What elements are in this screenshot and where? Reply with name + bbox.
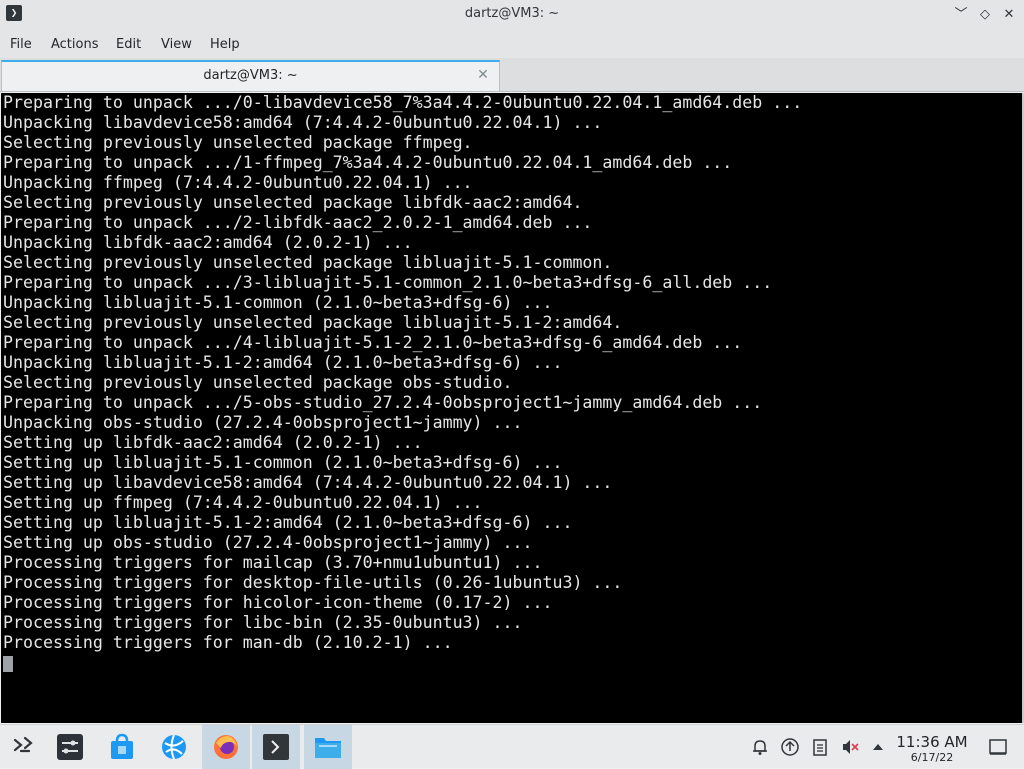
terminal-line: Unpacking libluajit-5.1-common (2.1.0~be… [3,293,553,312]
terminal-line: Setting up libluajit-5.1-common (2.1.0~b… [3,453,563,472]
menu-edit[interactable]: Edit [116,37,141,52]
terminal-line: Selecting previously unselected package … [3,313,623,332]
terminal-line: Selecting previously unselected package … [3,253,613,272]
terminal-line: Unpacking libavdevice58:amd64 (7:4.4.2-0… [3,113,603,132]
menu-help[interactable]: Help [210,37,240,52]
terminal-line: Selecting previously unselected package … [3,133,473,152]
clock-date[interactable]: 6/17/22 [892,751,972,764]
konsole-terminal-icon[interactable] [252,725,300,769]
file-manager-icon[interactable] [304,725,352,769]
close-button[interactable]: ✕ [998,4,1020,26]
terminal-line: Unpacking ffmpeg (7:4.4.2-0ubuntu0.22.04… [3,173,473,192]
tab-bar: dartz@VM3: ~ ✕ [0,58,1024,92]
terminal-line: Preparing to unpack .../1-ffmpeg_7%3a4.4… [3,153,733,172]
terminal-lines: Preparing to unpack .../0-libavdevice58_… [3,93,802,653]
terminal-line: Setting up libluajit-5.1-2:amd64 (2.1.0~… [3,513,573,532]
system-settings-icon[interactable] [46,725,94,769]
clock-time[interactable]: 11:36 AM [892,733,972,751]
terminal-line: Selecting previously unselected package … [3,193,583,212]
terminal-line: Unpacking obs-studio (27.2.4-0obsproject… [3,413,523,432]
tray-expand-icon[interactable] [868,737,888,757]
tab-label: dartz@VM3: ~ [203,68,298,83]
terminal-line: Unpacking libluajit-5.1-2:amd64 (2.1.0~b… [3,353,563,372]
menu-view[interactable]: View [161,37,192,52]
terminal-line: Setting up obs-studio (27.2.4-0obsprojec… [3,533,533,552]
terminal-line: Preparing to unpack .../0-libavdevice58_… [3,93,803,112]
terminal-line: Processing triggers for man-db (2.10.2-1… [3,633,453,652]
window-titlebar[interactable]: ❯ dartz@VM3: ~ ﹀ ◇ ✕ [0,0,1024,30]
terminal-line: Setting up ffmpeg (7:4.4.2-0ubuntu0.22.0… [3,493,483,512]
maximize-button[interactable]: ◇ [974,4,996,26]
terminal-line: Setting up libfdk-aac2:amd64 (2.0.2-1) .… [3,433,423,452]
terminal-line: Processing triggers for mailcap (3.70+nm… [3,553,543,572]
taskbar: 11:36 AM 6/17/22 [0,724,1024,769]
terminal-line: Preparing to unpack .../3-libluajit-5.1-… [3,273,773,292]
terminal-line: Preparing to unpack .../5-obs-studio_27.… [3,393,763,412]
volume-muted-icon[interactable] [840,737,860,757]
terminal-cursor [3,656,13,672]
tab-terminal[interactable]: dartz@VM3: ~ ✕ [1,60,500,91]
terminal-output[interactable]: Preparing to unpack .../0-libavdevice58_… [1,93,1023,723]
application-launcher-icon[interactable] [0,725,48,769]
discover-store-icon[interactable] [98,725,146,769]
terminal-line: Processing triggers for desktop-file-uti… [3,573,623,592]
terminal-line: Processing triggers for hicolor-icon-the… [3,593,553,612]
terminal-line: Processing triggers for libc-bin (2.35-0… [3,613,523,632]
tab-close-icon[interactable]: ✕ [475,66,491,84]
terminal-line: Unpacking libfdk-aac2:amd64 (2.0.2-1) ..… [3,233,413,252]
menu-file[interactable]: File [10,37,32,52]
menu-bar: File Actions Edit View Help [0,30,1024,58]
window-title: dartz@VM3: ~ [464,6,560,21]
terminal-line: Preparing to unpack .../4-libluajit-5.1-… [3,333,743,352]
notifications-icon[interactable] [750,737,770,757]
network-browser-icon[interactable] [150,725,198,769]
terminal-line: Preparing to unpack .../2-libfdk-aac2_2.… [3,213,593,232]
updates-icon[interactable] [780,737,800,757]
minimize-button[interactable]: ﹀ [950,4,972,26]
show-desktop-icon[interactable] [988,737,1008,757]
menu-actions[interactable]: Actions [51,37,99,52]
firefox-icon[interactable] [202,725,250,769]
terminal-line: Selecting previously unselected package … [3,373,513,392]
clipboard-icon[interactable] [810,737,830,757]
terminal-line: Setting up libavdevice58:amd64 (7:4.4.2-… [3,473,613,492]
